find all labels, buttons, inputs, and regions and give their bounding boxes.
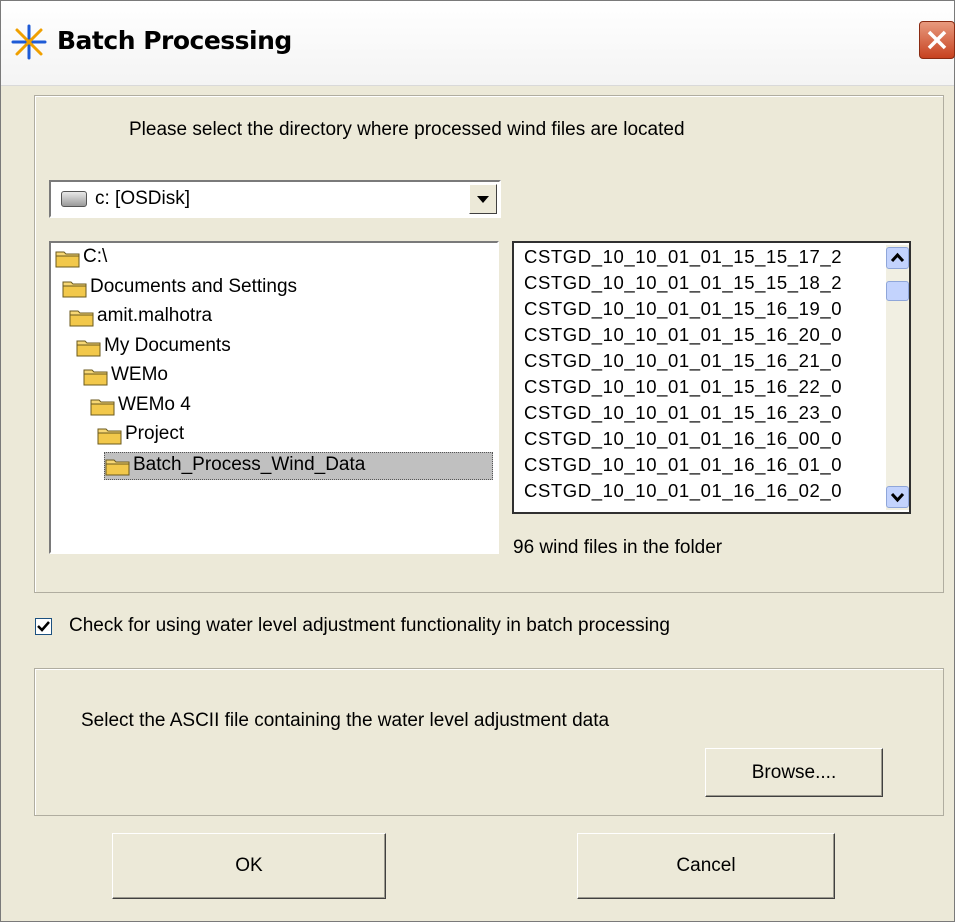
file-list-item[interactable]: CSTGD_10_10_01_01_16_16_01_0 xyxy=(524,454,842,476)
tree-folder-label: Project xyxy=(125,423,185,444)
folder-icon xyxy=(97,425,123,451)
scroll-thumb[interactable] xyxy=(886,281,909,301)
file-list-item[interactable]: CSTGD_10_10_01_01_15_16_22_0 xyxy=(524,376,842,398)
wind-files-list[interactable]: CSTGD_10_10_01_01_15_15_17_2 CSTGD_10_10_… xyxy=(512,241,911,514)
tree-folder-label: C:\ xyxy=(83,246,108,267)
directory-tree[interactable]: C:\ Documents and Settings amit.malhotra My… xyxy=(49,241,499,554)
drive-select-value: c: [OSDisk] xyxy=(95,188,191,209)
files-scrollbar[interactable] xyxy=(886,245,909,510)
file-list-item[interactable]: CSTGD_10_10_01_01_15_16_21_0 xyxy=(524,350,842,372)
folder-icon xyxy=(90,396,116,422)
drive-select[interactable]: c: [OSDisk] xyxy=(49,180,501,218)
file-list-item[interactable]: CSTGD_10_10_01_01_16_16_00_0 xyxy=(524,428,842,450)
close-button[interactable] xyxy=(919,21,955,59)
tree-folder-label: amit.malhotra xyxy=(97,305,213,326)
file-count: 96 wind files in the folder xyxy=(513,537,723,558)
file-list-item[interactable]: CSTGD_10_10_01_01_15_15_17_2 xyxy=(524,246,842,268)
chevron-down-icon xyxy=(890,492,905,503)
chevron-up-icon xyxy=(890,252,905,263)
file-list-item[interactable]: CSTGD_10_10_01_01_15_16_23_0 xyxy=(524,402,842,424)
folder-icon xyxy=(76,337,102,363)
water-level-instruction: Select the ASCII file containing the wat… xyxy=(81,710,610,731)
scroll-down-button[interactable] xyxy=(886,486,909,508)
asterisk-app-icon xyxy=(11,24,47,60)
cancel-button-label: Cancel xyxy=(676,855,736,876)
title-bar[interactable]: Batch Processing xyxy=(1,1,955,86)
folder-icon xyxy=(83,366,109,392)
file-list-item[interactable]: CSTGD_10_10_01_01_15_16_19_0 xyxy=(524,298,842,320)
folder-icon xyxy=(69,307,95,333)
tree-folder-label: Batch_Process_Wind_Data xyxy=(133,453,366,475)
water-level-checkbox[interactable] xyxy=(35,618,52,635)
close-icon xyxy=(927,30,947,50)
file-list-item[interactable]: CSTGD_10_10_01_01_15_15_18_2 xyxy=(524,272,842,294)
file-list-item[interactable]: CSTGD_10_10_01_01_16_16_02_0 xyxy=(524,480,842,502)
tree-folder-label: Documents and Settings xyxy=(90,275,298,297)
folder-icon xyxy=(62,278,88,304)
file-list-item[interactable]: CSTGD_10_10_01_01_15_16_20_0 xyxy=(524,324,842,346)
tree-folder-item[interactable]: Batch_Process_Wind_Data xyxy=(104,451,493,482)
directory-instruction: Please select the directory where proces… xyxy=(129,119,685,140)
checkmark-icon xyxy=(37,621,50,632)
scroll-up-button[interactable] xyxy=(886,247,909,269)
tree-folder-label: WEMo xyxy=(111,364,168,385)
folder-icon xyxy=(55,248,81,274)
window-title: Batch Processing xyxy=(57,26,292,55)
chevron-down-icon xyxy=(477,196,489,203)
tree-folder-label: My Documents xyxy=(104,334,231,356)
drive-dropdown-button[interactable] xyxy=(469,184,497,214)
ok-button[interactable]: OK xyxy=(112,833,386,899)
browse-button[interactable]: Browse.... xyxy=(705,748,883,797)
cancel-button[interactable]: Cancel xyxy=(577,833,835,899)
batch-processing-dialog: Batch Processing Please select the direc… xyxy=(0,0,955,922)
water-level-checkbox-label[interactable]: Check for using water level adjustment f… xyxy=(69,615,670,637)
folder-icon xyxy=(105,456,131,482)
browse-button-label: Browse.... xyxy=(751,762,837,783)
tree-folder-label: WEMo 4 xyxy=(118,393,191,415)
ok-button-label: OK xyxy=(235,855,263,876)
drive-icon xyxy=(61,191,87,207)
